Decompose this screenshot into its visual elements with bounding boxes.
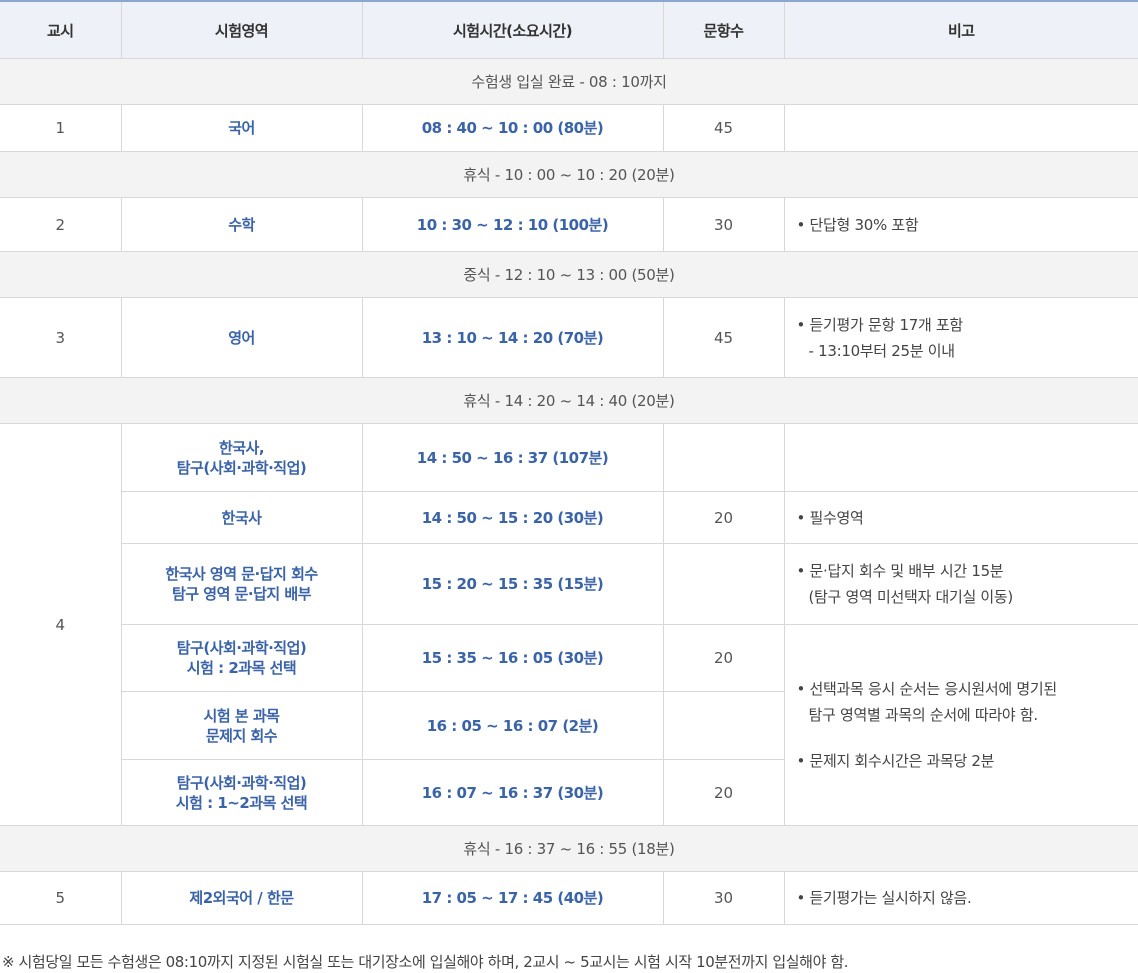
- count-cell: [662, 423, 785, 492]
- period-cell: 2: [0, 197, 122, 252]
- gap-lunch-text: 중식 - 12 : 10 ~ 13 : 00 (50분): [0, 251, 1138, 298]
- table-row-period-5: 5 제2외국어 / 한문 17 : 05 ~ 17 : 45 (40분) 30 …: [0, 871, 1138, 925]
- footnote: ※ 시험당일 모든 수험생은 08:10까지 지정된 시험실 또는 대기장소에 …: [2, 953, 849, 971]
- table-row-period-1: 1 국어 08 : 40 ~ 10 : 00 (80분) 45: [0, 104, 1138, 152]
- gap-break1-text: 휴식 - 10 : 00 ~ 10 : 20 (20분): [0, 151, 1138, 198]
- header-count: 문항수: [662, 0, 785, 59]
- note-cell: [783, 104, 1138, 152]
- time-cell: 16 : 07 ~ 16 : 37 (30분): [361, 759, 664, 826]
- gap-entry-text: 수험생 입실 완료 - 08 : 10까지: [0, 58, 1138, 105]
- subject-line: 시험 본 과목: [203, 706, 280, 725]
- count-cell: [662, 543, 785, 625]
- time-cell: 08 : 40 ~ 10 : 00 (80분): [361, 104, 664, 152]
- note-line: 탐구 영역별 과목의 순서에 따라야 함.: [808, 706, 1039, 724]
- period-cell: 3: [0, 297, 122, 378]
- subject-cell: 시험 본 과목 문제지 회수: [121, 691, 363, 760]
- gap-row-break2: 휴식 - 14 : 20 ~ 14 : 40 (20분): [0, 377, 1138, 424]
- subject-line: 문제지 회수: [205, 726, 278, 745]
- time-cell: 15 : 35 ~ 16 : 05 (30분): [361, 624, 664, 692]
- table-row-period-4-combined: 4 한국사, 탐구(사회·과학·직업) 14 : 50 ~ 16 : 37 (1…: [0, 423, 1138, 826]
- time-cell: 13 : 10 ~ 14 : 20 (70분): [361, 297, 664, 378]
- count-cell: 45: [662, 104, 785, 152]
- time-cell: 17 : 05 ~ 17 : 45 (40분): [361, 871, 664, 925]
- header-area: 시험영역: [120, 0, 363, 59]
- header-note: 비고: [783, 0, 1138, 59]
- subject-line: 탐구(사회·과학·직업): [176, 773, 307, 792]
- subject-line: 탐구(사회·과학·직업): [176, 458, 307, 477]
- count-cell: 45: [662, 297, 785, 378]
- count-cell: 20: [662, 624, 785, 692]
- note-cell: • 선택과목 응시 순서는 응시원서에 명기된 탐구 영역별 과목의 순서에 따…: [783, 624, 1138, 826]
- subject-line: 탐구(사회·과학·직업): [176, 639, 307, 657]
- note-line: (탐구 영역 미선택자 대기실 이동): [808, 588, 1014, 606]
- note-cell: • 문·답지 회수 및 배부 시간 15분 (탐구 영역 미선택자 대기실 이동…: [783, 543, 1138, 625]
- gap-row-break3: 휴식 - 16 : 37 ~ 16 : 55 (18분): [0, 825, 1138, 872]
- note-line: • 문제지 회수시간은 과목당 2분: [796, 752, 995, 770]
- table-row-period-4-collection: 한국사 영역 문·답지 회수 탐구 영역 문·답지 배부 15 : 20 ~ 1…: [0, 543, 1138, 625]
- note-line: • 선택과목 응시 순서는 응시원서에 명기된: [796, 680, 1058, 698]
- note-line: - 13:10부터 25분 이내: [808, 341, 956, 360]
- count-cell: 20: [662, 759, 784, 826]
- table-row-period-3: 3 영어 13 : 10 ~ 14 : 20 (70분) 45 • 듣기평가 문…: [0, 297, 1138, 378]
- gap-row-lunch: 중식 - 12 : 10 ~ 13 : 00 (50분): [0, 251, 1138, 298]
- gap-break3-text: 휴식 - 16 : 37 ~ 16 : 55 (18분): [0, 825, 1138, 872]
- period-cell: 5: [0, 871, 122, 925]
- subject-line: 한국사,: [218, 438, 265, 457]
- note-spacer: [797, 728, 1138, 748]
- subject-cell: 영어: [120, 297, 363, 378]
- note-cell: • 단답형 30% 포함: [783, 197, 1138, 252]
- count-cell: 30: [662, 197, 785, 252]
- note-cell: • 듣기평가 문항 17개 포함 - 13:10부터 25분 이내: [783, 297, 1138, 378]
- subject-line: 한국사 영역 문·답지 회수: [165, 565, 318, 583]
- subject-cell: 한국사, 탐구(사회·과학·직업): [120, 423, 363, 492]
- period-cell: 1: [0, 104, 122, 152]
- subject-line: 시험 : 1~2과목 선택: [175, 793, 308, 812]
- count-cell: 30: [662, 871, 785, 925]
- note-cell: • 듣기평가는 실시하지 않음.: [783, 871, 1138, 925]
- subject-cell: 한국사 영역 문·답지 회수 탐구 영역 문·답지 배부: [121, 543, 363, 625]
- subject-cell: 탐구(사회·과학·직업) 시험 : 2과목 선택: [121, 624, 363, 692]
- gap-row-break1: 휴식 - 10 : 00 ~ 10 : 20 (20분): [0, 151, 1138, 198]
- gap-break2-text: 휴식 - 14 : 20 ~ 14 : 40 (20분): [0, 377, 1138, 424]
- time-cell: 16 : 05 ~ 16 : 07 (2분): [361, 691, 664, 760]
- note-cell: • 필수영역: [783, 491, 1138, 544]
- header-period: 교시: [0, 0, 122, 59]
- exam-schedule-table: 교시 시험영역 시험시간(소요시간) 문항수 비고 수험생 입실 완료 - 08…: [0, 0, 1138, 925]
- table-row-period-2: 2 수학 10 : 30 ~ 12 : 10 (100분) 30 • 단답형 3…: [0, 197, 1138, 252]
- note-line: • 문·답지 회수 및 배부 시간 15분: [796, 562, 1004, 580]
- subject-line: 시험 : 2과목 선택: [186, 659, 297, 677]
- header-time: 시험시간(소요시간): [361, 0, 664, 59]
- time-cell: 14 : 50 ~ 16 : 37 (107분): [361, 423, 664, 492]
- time-cell: 15 : 20 ~ 15 : 35 (15분): [361, 543, 664, 625]
- subject-line: 탐구 영역 문·답지 배부: [171, 585, 312, 603]
- note-line: • 듣기평가 문항 17개 포함: [796, 315, 964, 334]
- subject-cell: 탐구(사회·과학·직업) 시험 : 1~2과목 선택: [121, 759, 363, 826]
- time-cell: 14 : 50 ~ 15 : 20 (30분): [361, 491, 664, 544]
- count-cell: [662, 691, 784, 760]
- subject-cell: 제2외국어 / 한문: [120, 871, 363, 925]
- period-cell: 4: [0, 423, 122, 826]
- gap-row-entry: 수험생 입실 완료 - 08 : 10까지: [0, 58, 1138, 105]
- subject-cell: 한국사: [121, 491, 363, 544]
- table-row-period-4-history: 한국사 14 : 50 ~ 15 : 20 (30분) 20 • 필수영역: [0, 491, 1138, 544]
- subject-cell: 수학: [120, 197, 363, 252]
- header-row: 교시 시험영역 시험시간(소요시간) 문항수 비고: [0, 0, 1138, 59]
- subject-cell: 국어: [120, 104, 363, 152]
- note-cell: [783, 423, 1138, 492]
- count-cell: 20: [662, 491, 785, 544]
- table-row-period-4-inquiry-2: 탐구(사회·과학·직업) 시험 : 2과목 선택 15 : 35 ~ 16 : …: [0, 624, 1138, 826]
- time-cell: 10 : 30 ~ 12 : 10 (100분): [361, 197, 664, 252]
